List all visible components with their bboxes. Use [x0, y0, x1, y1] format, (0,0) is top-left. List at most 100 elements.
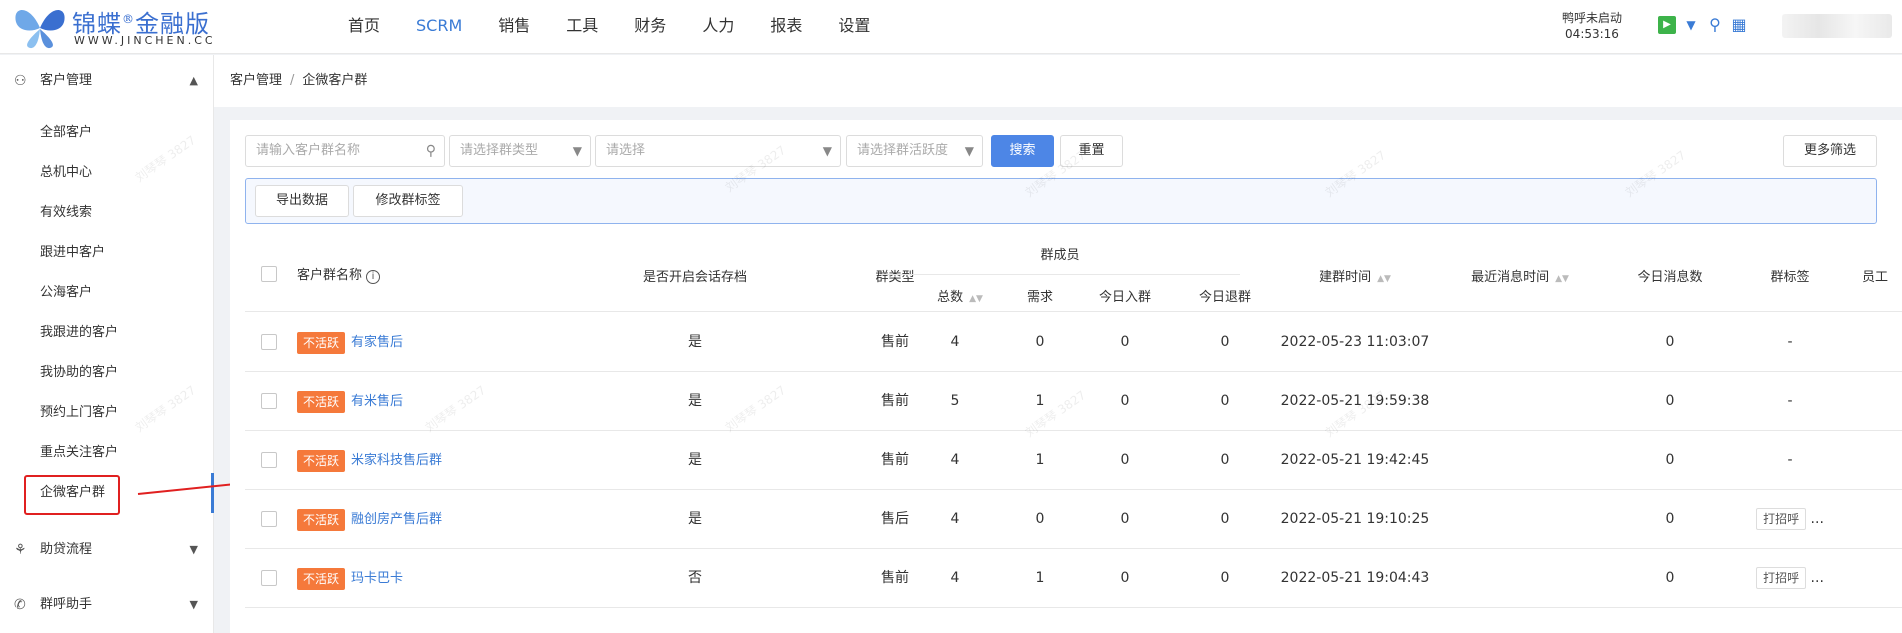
- sort-icon[interactable]: ▲▼: [1555, 274, 1569, 284]
- group-type-select[interactable]: 请选择群类型 ▼: [449, 135, 591, 167]
- sidebar-item-valid-leads[interactable]: 有效线索: [0, 193, 214, 233]
- more-icon[interactable]: ...: [1811, 570, 1824, 586]
- need-cell: 1: [1035, 570, 1045, 586]
- sidebar-group-label: 群呼助手: [40, 597, 93, 612]
- search-button[interactable]: 搜索: [991, 135, 1054, 167]
- breadcrumb-parent[interactable]: 客户管理: [230, 73, 282, 88]
- type-cell: 售前: [881, 393, 909, 409]
- main-panel: 请输入客户群名称 ⚲ 请选择群类型 ▼ 请选择 ▼ 请选择群活跃度 ▼ 搜索 重…: [230, 120, 1902, 633]
- table-row[interactable]: 不活跃 有米售后 是 售前 5 1 0 0 2022-05-21 19:59:38…: [245, 372, 1902, 431]
- group-name-link[interactable]: 玛卡巴卡: [351, 571, 403, 586]
- tag-cell: -: [1787, 393, 1793, 409]
- nav-scrm[interactable]: SCRM: [398, 0, 480, 54]
- sort-icon[interactable]: ▲▼: [969, 294, 983, 304]
- row-checkbox[interactable]: [261, 511, 277, 527]
- row-checkbox[interactable]: [261, 452, 277, 468]
- butterfly-logo-icon: [15, 9, 65, 49]
- inactive-badge: 不活跃: [297, 567, 346, 590]
- sidebar-item-my-assisting[interactable]: 我协助的客户: [0, 353, 214, 393]
- grid-menu-icon[interactable]: ▦: [1730, 16, 1748, 34]
- call-status: 鸭呼未启动 04:53:16: [1562, 10, 1622, 42]
- header-created-time: 建群时间: [1319, 270, 1372, 285]
- bulk-action-bar: 导出数据 修改群标签: [245, 178, 1877, 224]
- table-row[interactable]: 不活跃 米家科技售后群 是 售前 4 1 0 0 2022-05-21 19:42…: [245, 431, 1902, 490]
- sidebar-item-appointments[interactable]: 预约上门客户: [0, 393, 214, 433]
- sidebar-group-loan-flow[interactable]: ⚘ 助贷流程 ▼: [0, 530, 214, 570]
- type-cell: 售前: [881, 334, 909, 350]
- need-cell: 1: [1035, 452, 1045, 468]
- play-icon[interactable]: ▶: [1658, 16, 1676, 34]
- nav-home[interactable]: 首页: [330, 0, 398, 54]
- call-status-text: 鸭呼未启动: [1562, 11, 1623, 25]
- chevron-up-icon: ▲: [189, 74, 198, 87]
- row-checkbox[interactable]: [261, 570, 277, 586]
- brand-domain: WWW.JINCHEN.CC: [74, 34, 216, 47]
- row-checkbox[interactable]: [261, 334, 277, 350]
- header-group-name: 客户群名称: [297, 268, 363, 283]
- customer-icon: ⚇: [14, 73, 27, 89]
- total-cell: 4: [950, 334, 960, 350]
- nav-finance[interactable]: 财务: [616, 0, 684, 54]
- messages-cell: 0: [1665, 452, 1675, 468]
- search-icon[interactable]: ⚲: [1706, 16, 1724, 34]
- group-name-link[interactable]: 融创房产售后群: [351, 512, 442, 527]
- group-name-search-input[interactable]: 请输入客户群名称 ⚲: [245, 135, 445, 167]
- table-row[interactable]: 不活跃 玛卡巴卡 否 售前 4 1 0 0 2022-05-21 19:04:43…: [245, 549, 1902, 608]
- table-row[interactable]: 不活跃 融创房产售后群 是 售后 4 0 0 0 2022-05-21 19:10…: [245, 490, 1902, 549]
- info-icon[interactable]: i: [366, 270, 381, 284]
- group-name-link[interactable]: 有家售后: [351, 335, 403, 350]
- header-last-message: 最近消息时间: [1471, 270, 1550, 285]
- chevron-down-icon: ▼: [822, 144, 832, 158]
- more-filters-button[interactable]: 更多筛选: [1783, 135, 1877, 167]
- breadcrumb-current: 企微客户群: [302, 73, 368, 88]
- nav-sales[interactable]: 销售: [480, 0, 548, 54]
- join-cell: 0: [1120, 334, 1130, 350]
- sidebar-item-all-customers[interactable]: 全部客户: [0, 113, 214, 153]
- table-row[interactable]: 不活跃 有家售后 是 售前 4 0 0 0 2022-05-23 11:03:07…: [245, 313, 1902, 372]
- edit-group-tags-button[interactable]: 修改群标签: [353, 185, 463, 217]
- select-all-checkbox[interactable]: [261, 266, 277, 282]
- breadcrumb-separator: /: [290, 73, 295, 88]
- tag-cell: -: [1787, 334, 1793, 350]
- flow-icon: ⚘: [14, 542, 27, 558]
- nav-reports[interactable]: 报表: [752, 0, 820, 54]
- sidebar-group-customer-mgmt[interactable]: ⚇ 客户管理 ▲: [0, 61, 214, 101]
- sidebar-item-switchboard[interactable]: 总机中心: [0, 153, 214, 193]
- created-cell: 2022-05-21 19:04:43: [1280, 570, 1430, 586]
- sidebar-group-label: 助贷流程: [40, 542, 93, 557]
- total-cell: 4: [950, 511, 960, 527]
- reset-button[interactable]: 重置: [1060, 135, 1123, 167]
- generic-select[interactable]: 请选择 ▼: [595, 135, 841, 167]
- more-icon[interactable]: ...: [1811, 511, 1824, 527]
- sidebar-item-following[interactable]: 跟进中客户: [0, 233, 214, 273]
- header-group-type: 群类型: [875, 270, 915, 285]
- header-staff: 员工: [1861, 270, 1888, 285]
- need-cell: 1: [1035, 393, 1045, 409]
- inactive-badge: 不活跃: [297, 508, 346, 531]
- archive-cell: 是: [688, 511, 702, 527]
- group-name-link[interactable]: 米家科技售后群: [351, 453, 442, 468]
- total-cell: 4: [950, 452, 960, 468]
- dropdown-caret-icon[interactable]: ▼: [1682, 16, 1700, 34]
- nav-hr[interactable]: 人力: [684, 0, 752, 54]
- nav-settings[interactable]: 设置: [820, 0, 888, 54]
- messages-cell: 0: [1665, 393, 1675, 409]
- export-data-button[interactable]: 导出数据: [255, 185, 349, 217]
- registered-mark: ®: [122, 12, 135, 26]
- nav-tools[interactable]: 工具: [548, 0, 616, 54]
- brand-logo[interactable]: 锦蝶®金融版 WWW.JINCHEN.CC: [10, 2, 250, 52]
- row-checkbox[interactable]: [261, 393, 277, 409]
- sort-icon[interactable]: ▲▼: [1377, 274, 1391, 284]
- user-profile-blurred[interactable]: [1782, 14, 1892, 38]
- sidebar-item-public-pool[interactable]: 公海客户: [0, 273, 214, 313]
- top-navbar: 锦蝶®金融版 WWW.JINCHEN.CC 首页 SCRM 销售 工具 财务 人…: [0, 0, 1902, 54]
- greeting-tag-button[interactable]: 打招呼: [1756, 567, 1807, 589]
- sidebar-item-key-customers[interactable]: 重点关注客户: [0, 433, 214, 473]
- greeting-tag-button[interactable]: 打招呼: [1756, 508, 1807, 530]
- sidebar-item-my-following[interactable]: 我跟进的客户: [0, 313, 214, 353]
- sidebar-group-group-call[interactable]: ✆ 群呼助手 ▼: [0, 585, 214, 625]
- search-icon: ⚲: [425, 143, 436, 159]
- group-name-link[interactable]: 有米售后: [351, 394, 403, 409]
- header-group-tag: 群标签: [1770, 270, 1810, 285]
- group-activity-select[interactable]: 请选择群活跃度 ▼: [846, 135, 983, 167]
